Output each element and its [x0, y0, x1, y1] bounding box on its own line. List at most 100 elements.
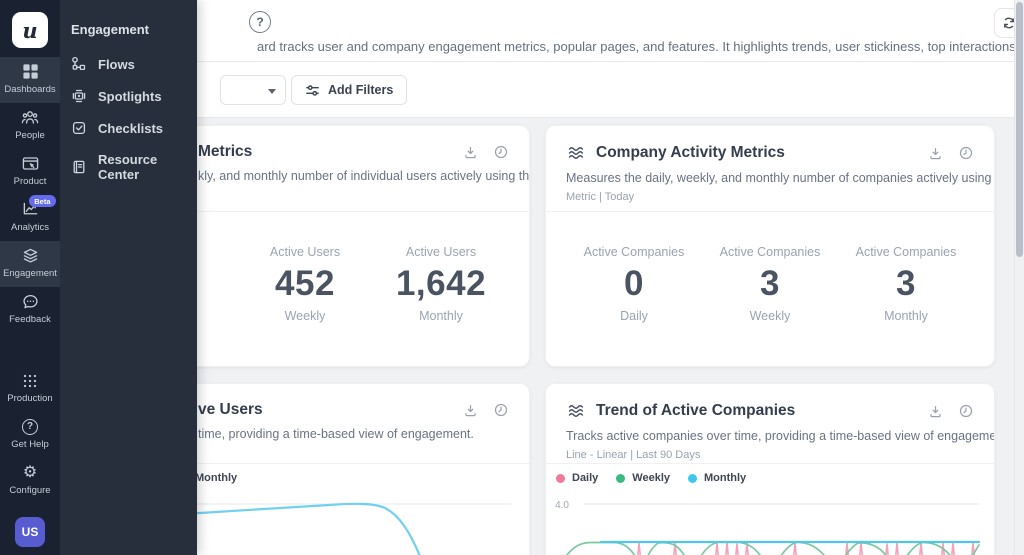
gear-icon: ⚙: [22, 463, 38, 481]
book-icon: [71, 159, 87, 175]
people-icon: [21, 109, 39, 126]
metric-value: 3: [896, 264, 916, 303]
beta-badge: Beta: [29, 195, 56, 207]
menu-item-label: Resource Center: [98, 152, 158, 182]
sidebar-item-label: Production: [7, 393, 53, 404]
history-clock-icon[interactable]: [493, 402, 509, 418]
avatar-initials: US: [21, 525, 39, 539]
metric-label: Active Users: [405, 245, 477, 259]
scrollbar-thumb[interactable]: [1016, 2, 1023, 257]
metric-period: Weekly: [749, 309, 791, 323]
metric-period: Daily: [620, 309, 648, 323]
metric-label: Active Companies: [583, 245, 685, 259]
menu-item-label: Spotlights: [98, 88, 162, 104]
download-icon[interactable]: [463, 403, 478, 418]
sidebar-item-label: Dashboards: [4, 84, 56, 95]
legend-item-daily[interactable]: Daily: [556, 472, 598, 484]
metric-label: Active Companies: [719, 245, 821, 259]
card-meta: Metric | Today: [566, 191, 635, 203]
dashboard-description: ard tracks user and company engagement m…: [257, 39, 1024, 54]
sidebar-item-engagement[interactable]: Engagement: [0, 241, 60, 287]
card-meta: Line - Linear | Last 90 Days: [566, 449, 701, 461]
sidebar-item-label: Configure: [9, 485, 51, 496]
logo-glyph: u: [22, 17, 38, 43]
menu-item-resource-center[interactable]: Resource Center: [60, 144, 197, 190]
metric-monthly: Active Companies 3 Monthly: [838, 245, 974, 366]
userpilot-logo[interactable]: u: [12, 12, 48, 48]
sidebar-item-people[interactable]: People: [0, 103, 60, 149]
date-range-dropdown[interactable]: [220, 75, 286, 105]
download-icon[interactable]: [928, 404, 943, 419]
waves-metric-icon: [566, 143, 586, 163]
card-company-activity-metrics: Company Activity Metrics Measures the da…: [545, 125, 995, 367]
sidebar-item-production[interactable]: Production: [0, 366, 60, 412]
checklist-icon: [71, 120, 87, 136]
monthly-dot-icon: [688, 473, 698, 483]
metric-value: 1,642: [395, 264, 487, 303]
legend-item-weekly[interactable]: Weekly: [616, 472, 670, 484]
metric-row: Active Companies 0 Daily Active Companie…: [566, 212, 974, 366]
metric-label: Active Users: [269, 245, 341, 259]
chat-bubble-icon: [22, 293, 39, 310]
filter-bar: Add Filters: [60, 62, 1014, 118]
sidebar-bottom-group: Production ? Get Help ⚙ Configure US: [0, 366, 60, 555]
help-icon[interactable]: ?: [249, 11, 271, 33]
sidebar-item-label: Analytics: [10, 222, 49, 233]
product-window-icon: [22, 155, 39, 172]
grid-dots-icon: [22, 372, 38, 389]
layers-icon: [22, 247, 39, 264]
chevron-down-icon: [268, 89, 276, 94]
metric-monthly: Active Users 1,642 Monthly: [373, 245, 509, 366]
dashboards-grid-icon: [22, 63, 39, 80]
user-avatar[interactable]: US: [15, 517, 45, 547]
history-clock-icon[interactable]: [958, 403, 974, 419]
metric-period: Monthly: [419, 309, 463, 323]
active-companies-line-chart: 4.0: [546, 489, 994, 555]
help-glyph: ?: [256, 15, 264, 29]
card-title: Metrics: [198, 143, 253, 160]
sidebar-item-label: People: [15, 130, 45, 141]
menu-item-label: Checklists: [98, 120, 164, 136]
sidebar-item-get-help[interactable]: ? Get Help: [0, 412, 60, 458]
add-filters-button[interactable]: Add Filters: [291, 75, 408, 105]
metric-value: 0: [624, 264, 644, 303]
sidebar-item-label: Engagement: [3, 268, 57, 279]
waves-metric-icon: [566, 401, 586, 421]
history-clock-icon[interactable]: [958, 145, 974, 161]
history-clock-icon[interactable]: [493, 144, 509, 160]
card-title: ve Users: [198, 401, 263, 418]
menu-item-checklists[interactable]: Checklists: [60, 112, 197, 144]
engagement-flyout-menu: Engagement Flows Spotlights Checklists R…: [60, 0, 197, 555]
download-icon[interactable]: [463, 145, 478, 160]
metric-value: 452: [275, 264, 335, 303]
sidebar-item-product[interactable]: Product: [0, 149, 60, 195]
question-circle-icon: ?: [22, 418, 38, 435]
sidebar-item-dashboards[interactable]: Dashboards: [0, 57, 60, 103]
metric-weekly: Active Users 452 Weekly: [237, 245, 373, 366]
sliders-filter-icon: [305, 83, 320, 98]
daily-dot-icon: [556, 473, 565, 483]
card-description: Tracks active companies over time, provi…: [566, 429, 995, 443]
sidebar-item-feedback[interactable]: Feedback: [0, 287, 60, 333]
flyout-title: Engagement: [71, 22, 150, 37]
metric-value: 3: [760, 264, 780, 303]
metric-period: Monthly: [884, 309, 928, 323]
sidebar-item-analytics[interactable]: Beta Analytics: [0, 195, 60, 241]
scrollbar-track[interactable]: [1014, 0, 1024, 555]
metric-label: Active Companies: [855, 245, 957, 259]
card-title: Company Activity Metrics: [596, 144, 785, 161]
sidebar-item-configure[interactable]: ⚙ Configure: [0, 458, 60, 504]
menu-item-flows[interactable]: Flows: [60, 48, 197, 80]
legend-label: Weekly: [632, 472, 671, 484]
sidebar-item-label: Feedback: [9, 314, 51, 325]
legend-label: Monthly: [704, 472, 747, 484]
legend-item-monthly[interactable]: Monthly: [688, 472, 746, 484]
card-trend-active-companies: Trend of Active Companies Tracks active …: [545, 383, 995, 555]
menu-item-spotlights[interactable]: Spotlights: [60, 80, 197, 112]
divider: [546, 463, 994, 464]
download-icon[interactable]: [928, 146, 943, 161]
main-sidebar: u Dashboards People Product Beta Analyti…: [0, 0, 60, 555]
card-title: Trend of Active Companies: [596, 402, 796, 419]
spotlight-icon: [71, 88, 87, 104]
sidebar-item-label: Get Help: [11, 439, 49, 450]
